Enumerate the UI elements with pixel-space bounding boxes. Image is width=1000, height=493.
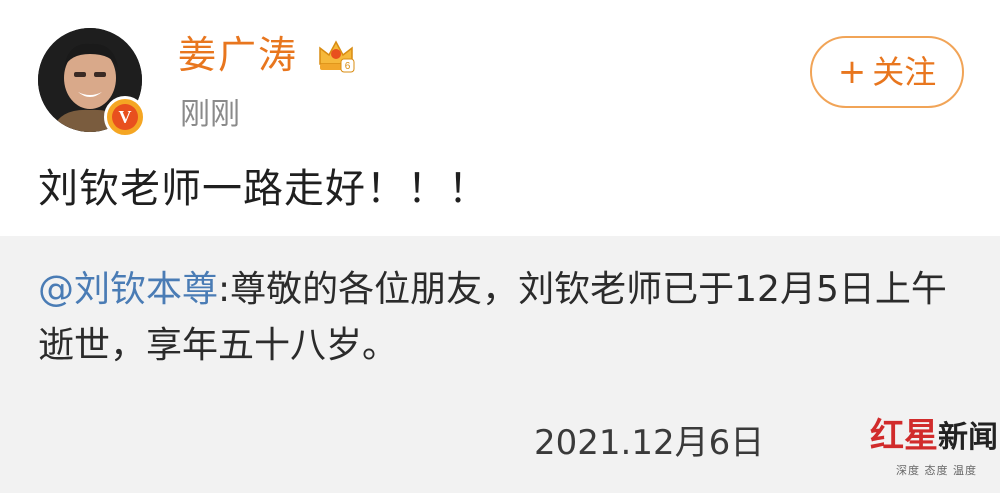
plus-icon: + [837,52,867,92]
post-time: 刚刚 [180,97,240,132]
crown-level-number: 6 [345,61,351,72]
mention-link[interactable]: @刘钦本尊 [38,269,218,310]
crown-icon: 6 [319,40,355,73]
watermark-subtitle: 深度 态度 温度 [896,464,977,477]
verified-mark: V [112,104,138,130]
watermark-title-dark: 新闻 [938,421,998,454]
post-text: 刘钦老师一路走好！！！ [38,166,489,212]
repost-date: 2021.12月6日 [534,423,765,463]
watermark-title: 红星新闻 [870,412,998,463]
verified-icon: V [104,96,146,138]
watermark-logo: 红星新闻 深度 态度 温度 [870,412,998,488]
reposted-content[interactable]: @刘钦本尊:尊敬的各位朋友，刘钦老师已于12月5日上午逝世，享年五十八岁。 20… [0,236,1000,493]
username[interactable]: 姜广涛 [178,30,298,80]
follow-label: 关注 [872,53,937,91]
watermark-title-red: 红星 [870,418,938,455]
post-header: V 姜广涛 6 刚刚 + 关注 [0,0,1000,150]
follow-button[interactable]: + 关注 [810,36,964,108]
repost-text: @刘钦本尊:尊敬的各位朋友，刘钦老师已于12月5日上午逝世，享年五十八岁。 [38,262,958,374]
